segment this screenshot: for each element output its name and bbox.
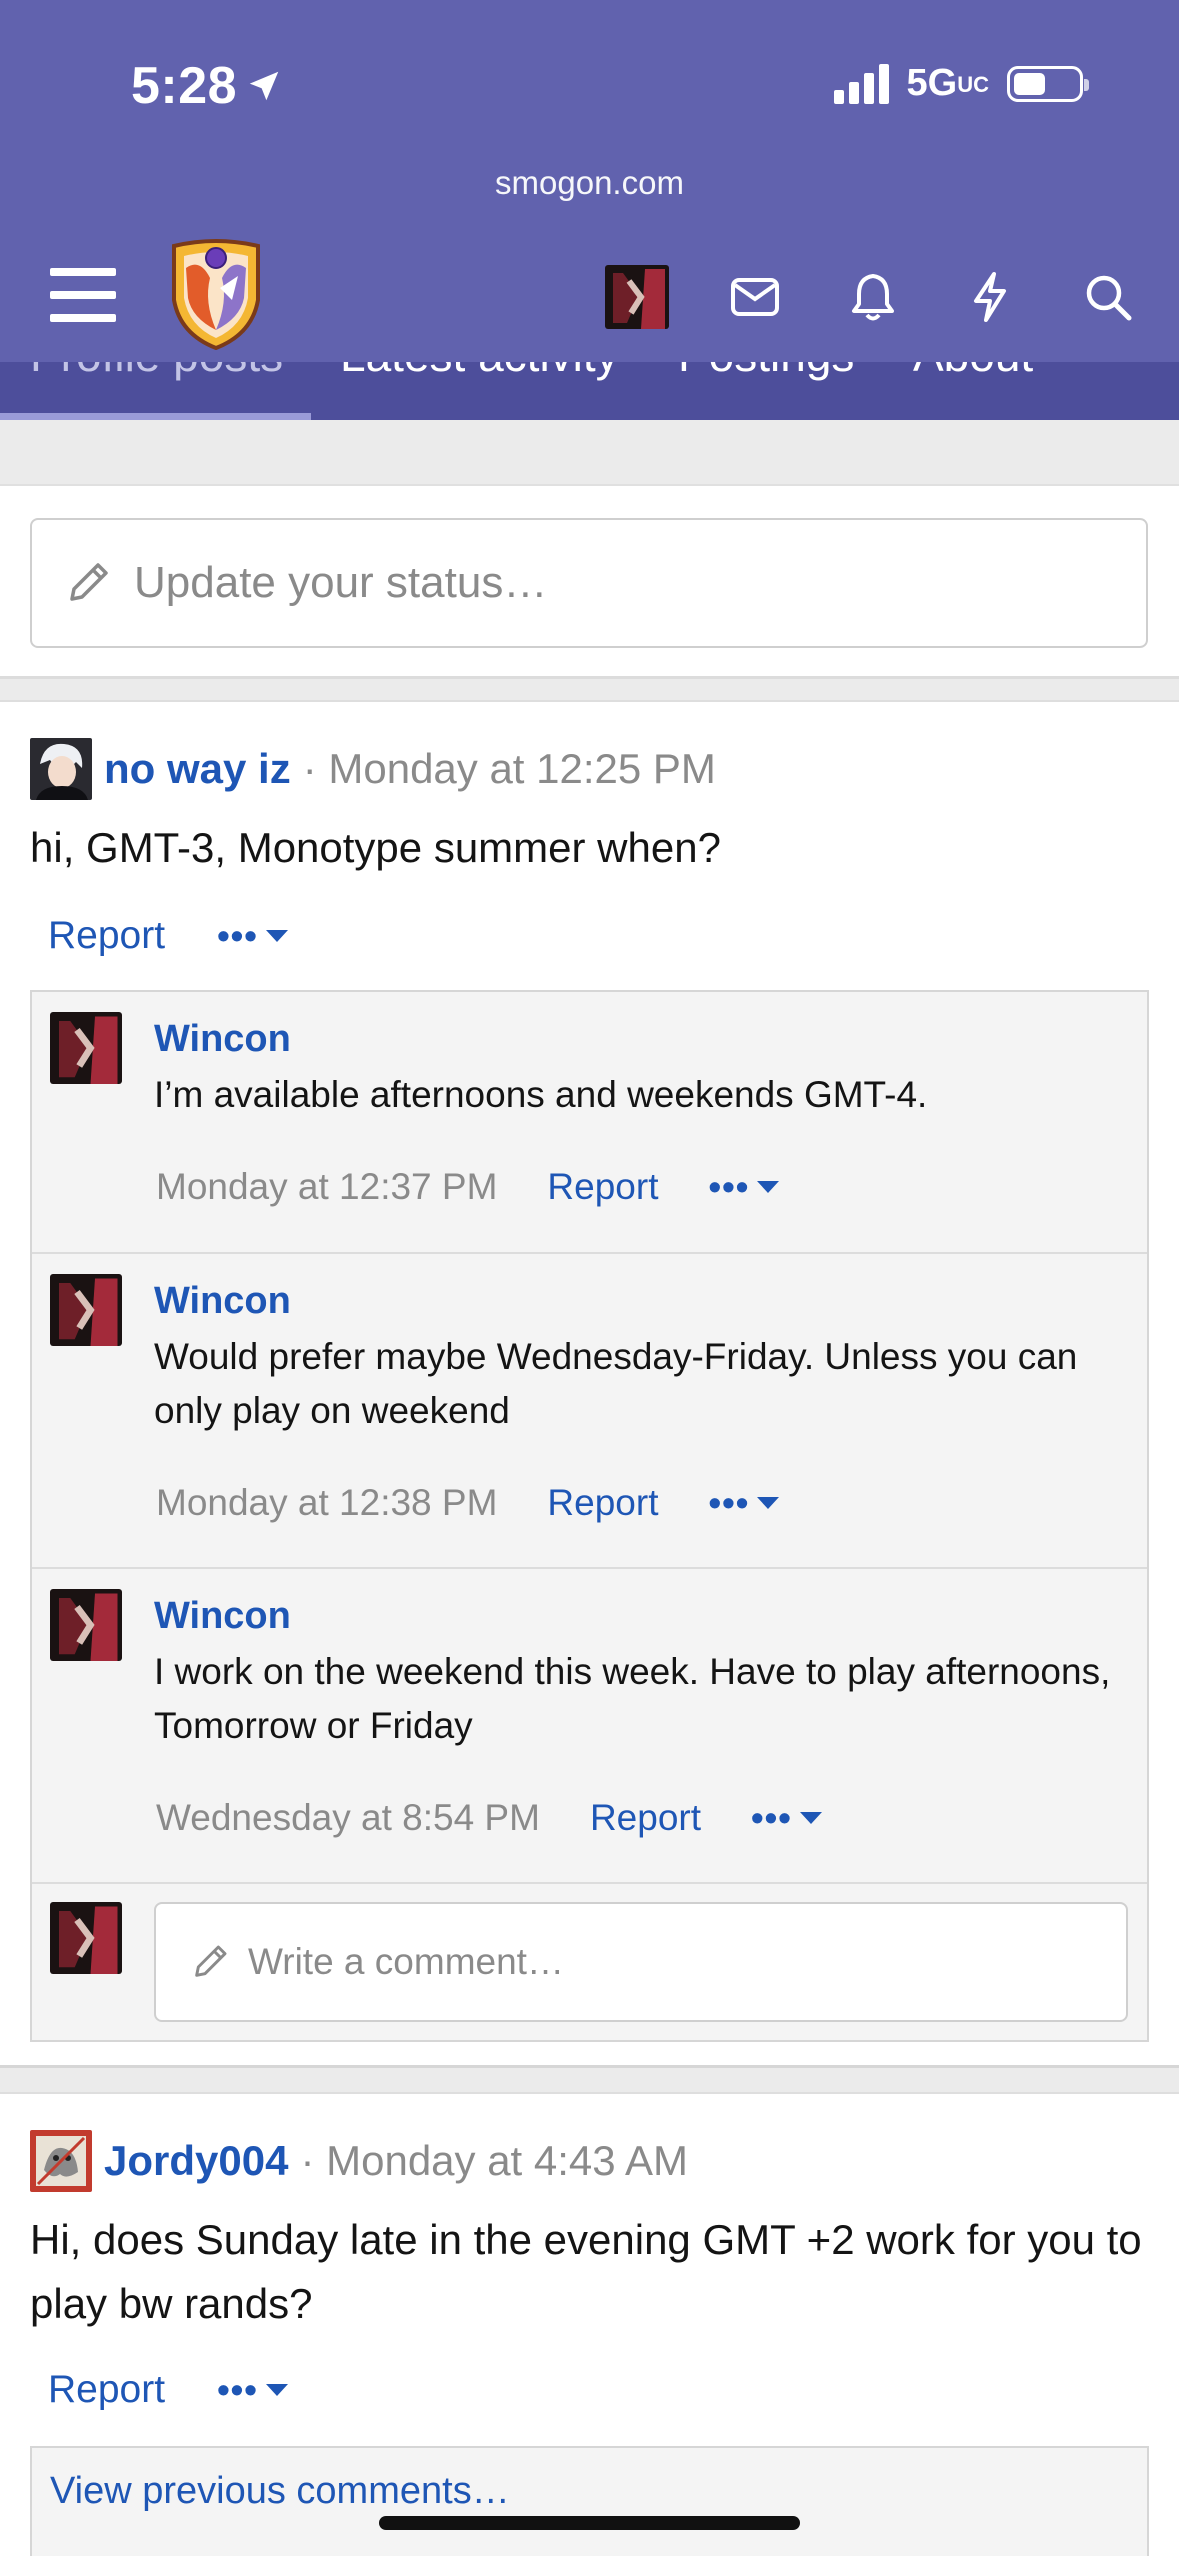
comment-text: I work on the weekend this week. Have to… <box>154 1651 1111 1746</box>
comment-text: I’m available afternoons and weekends GM… <box>154 1074 928 1115</box>
pencil-icon <box>70 563 108 601</box>
comment-compose: Write a comment… <box>32 1884 1147 2040</box>
post-actions: Report ••• <box>48 914 288 958</box>
comment-placeholder: Write a comment… <box>248 1941 564 1982</box>
caret-down-icon <box>265 930 288 942</box>
comment-timestamp[interactable]: Wednesday at 8:54 PM <box>156 1797 540 1839</box>
post-text: Hi, does Sunday late in the evening GMT … <box>30 2216 1142 2327</box>
bolt-icon[interactable] <box>960 267 1020 327</box>
more-menu-button[interactable]: ••• <box>217 915 288 957</box>
mail-icon[interactable] <box>725 267 785 327</box>
status-input[interactable]: Update your status… <box>30 518 1148 648</box>
tab-profile-posts[interactable]: Profile posts <box>30 362 283 382</box>
post-username[interactable]: Jordy004 <box>104 2137 288 2185</box>
tab-postings[interactable]: Postings <box>678 362 854 382</box>
smogon-logo[interactable] <box>166 238 266 350</box>
comment-timestamp[interactable]: Monday at 12:37 PM <box>156 1166 497 1208</box>
signal-icon <box>833 63 889 104</box>
more-menu-button[interactable]: ••• <box>217 2369 288 2411</box>
profile-post: no way iz · Monday at 12:25 PM hi, GMT-3… <box>0 700 1179 2068</box>
profile-post: Jordy004 · Monday at 4:43 AM Hi, does Su… <box>0 2092 1179 2556</box>
browser-url[interactable]: smogon.com <box>0 164 1179 202</box>
comment-input[interactable]: Write a comment… <box>154 1902 1128 2022</box>
report-link[interactable]: Report <box>547 1482 658 1524</box>
report-link[interactable]: Report <box>547 1166 658 1208</box>
comment-username[interactable]: Wincon <box>154 1018 291 1061</box>
post-timestamp[interactable]: · Monday at 4:43 AM <box>300 2137 688 2185</box>
status-update-section: Update your status… <box>0 484 1179 679</box>
user-avatar[interactable] <box>605 265 669 329</box>
caret-down-icon <box>757 1181 780 1193</box>
battery-icon <box>1007 65 1089 102</box>
post-username[interactable]: no way iz <box>104 745 291 793</box>
post-header: Jordy004 · Monday at 4:43 AM <box>30 2130 688 2192</box>
post-header: no way iz · Monday at 12:25 PM <box>30 738 716 800</box>
comment: Wincon I’m available afternoons and week… <box>32 992 1147 1254</box>
location-arrow-icon <box>249 71 279 101</box>
avatar[interactable] <box>30 2130 92 2192</box>
status-placeholder: Update your status… <box>134 558 548 607</box>
comment-username[interactable]: Wincon <box>154 1280 291 1323</box>
comment-meta: Monday at 12:38 PM Report ••• <box>156 1482 780 1524</box>
comment: Wincon I work on the weekend this week. … <box>32 1569 1147 1884</box>
report-link[interactable]: Report <box>590 1797 701 1839</box>
comment: Wincon Would prefer maybe Wednesday-Frid… <box>32 1254 1147 1569</box>
status-time: 5:28 <box>131 56 283 116</box>
caret-down-icon <box>799 1812 822 1824</box>
pencil-icon <box>195 1945 227 1977</box>
top-bar: 5:28 5GUC smogon.com <box>0 0 1179 362</box>
time-label: 5:28 <box>131 57 238 115</box>
tab-about[interactable]: About <box>913 362 1033 382</box>
home-indicator[interactable] <box>379 2516 800 2530</box>
status-indicators: 5GUC <box>833 62 1089 105</box>
more-menu-button[interactable]: ••• <box>708 1166 780 1208</box>
search-icon[interactable] <box>1078 267 1138 327</box>
post-actions: Report ••• <box>48 2368 288 2412</box>
avatar <box>50 1902 122 1974</box>
profile-tabs: Profile posts Latest activity Postings A… <box>0 362 1179 420</box>
more-menu-button[interactable]: ••• <box>708 1482 780 1524</box>
comment-text: Would prefer maybe Wednesday-Friday. Unl… <box>154 1336 1078 1431</box>
avatar[interactable] <box>50 1012 122 1084</box>
avatar[interactable] <box>50 1274 122 1346</box>
caret-down-icon <box>757 1497 780 1509</box>
bell-icon[interactable] <box>843 267 903 327</box>
comment-list: Wincon I’m available afternoons and week… <box>30 990 1149 2042</box>
network-label: 5GUC <box>906 62 989 104</box>
more-menu-button[interactable]: ••• <box>751 1797 822 1839</box>
comment-meta: Monday at 12:37 PM Report ••• <box>156 1166 780 1208</box>
caret-down-icon <box>265 2384 288 2396</box>
post-text: hi, GMT-3, Monotype summer when? <box>30 824 721 871</box>
report-link[interactable]: Report <box>48 2368 165 2412</box>
active-tab-indicator <box>0 413 311 420</box>
menu-icon[interactable] <box>50 268 116 322</box>
tab-latest-activity[interactable]: Latest activity <box>340 362 619 382</box>
post-timestamp[interactable]: · Monday at 12:25 PM <box>303 745 716 793</box>
comment-meta: Wednesday at 8:54 PM Report ••• <box>156 1797 822 1839</box>
view-previous-comments-link[interactable]: View previous comments… <box>30 2446 1149 2556</box>
comment-timestamp[interactable]: Monday at 12:38 PM <box>156 1482 497 1524</box>
comment-username[interactable]: Wincon <box>154 1595 291 1638</box>
report-link[interactable]: Report <box>48 914 165 958</box>
avatar[interactable] <box>50 1589 122 1661</box>
avatar[interactable] <box>30 738 92 800</box>
